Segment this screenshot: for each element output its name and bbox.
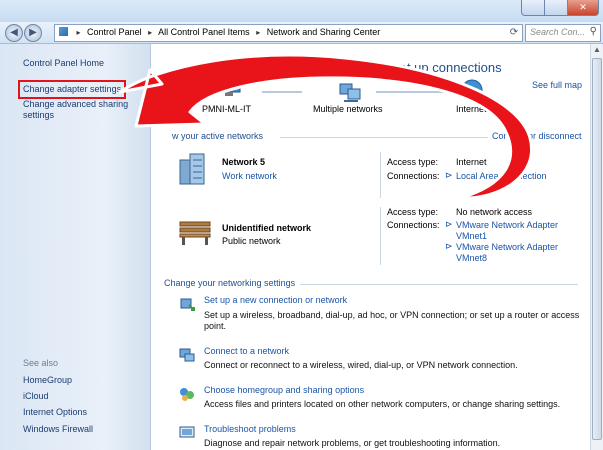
chevron-right-icon: ▸: [256, 28, 261, 37]
close-button[interactable]: ✕: [567, 0, 599, 16]
network-1-name: Network 5: [222, 157, 266, 167]
vmware-adapter-vmnet1-link[interactable]: VMware Network Adapter: [456, 220, 558, 230]
see-also-heading: See also: [23, 358, 59, 368]
title-bar: ✕: [0, 0, 603, 22]
divider: [380, 207, 381, 265]
control-panel-icon: [59, 27, 68, 36]
address-bar[interactable]: ▸ Control Panel ▸ All Control Panel Item…: [54, 24, 523, 42]
vertical-scrollbar[interactable]: ▲: [590, 44, 603, 450]
chevron-right-icon: ▸: [148, 28, 153, 37]
connect-to-network-link[interactable]: Connect to a network: [204, 346, 289, 356]
network-2-name: Unidentified network: [222, 223, 312, 233]
breadcrumb: ▸ Control Panel ▸ All Control Panel Item…: [59, 27, 380, 37]
divider: [280, 137, 488, 138]
forward-arrow-icon: ▶: [29, 27, 37, 38]
change-adapter-settings-link[interactable]: Change adapter settings: [23, 84, 121, 95]
setup-connection-link[interactable]: Set up a new connection or network: [204, 295, 347, 305]
scroll-up-arrow-icon[interactable]: ▲: [592, 45, 602, 55]
search-input[interactable]: Search Con... ⚲: [525, 24, 601, 42]
homegroup-icon: [180, 388, 194, 401]
vmware-adapter-vmnet1-link-cont[interactable]: VMnet1: [456, 231, 487, 241]
change-settings-heading: Change your networking settings: [164, 278, 296, 288]
plug-icon: ⊳: [445, 241, 453, 251]
chevron-right-icon: ▸: [76, 28, 81, 37]
refresh-icon[interactable]: ⟳: [508, 26, 520, 39]
homegroup-sharing-desc: Access files and printers located on oth…: [204, 399, 561, 409]
change-advanced-sharing-link[interactable]: Change advanced sharing settings: [23, 99, 138, 121]
setup-connection-desc: Set up a wireless, broadband, dial-up, a…: [204, 310, 580, 331]
map-multiple-networks-label: Multiple networks: [313, 104, 383, 114]
troubleshoot-icon: [179, 426, 195, 438]
connections-label: Connections:: [387, 171, 440, 181]
internet-globe-icon: [461, 79, 483, 101]
vmware-adapter-vmnet8-link-cont[interactable]: VMnet8: [456, 253, 487, 263]
see-also-icloud-link[interactable]: iCloud: [23, 391, 49, 402]
breadcrumb-control-panel[interactable]: Control Panel: [87, 27, 142, 37]
troubleshoot-problems-link[interactable]: Troubleshoot problems: [204, 424, 296, 434]
public-network-bench-icon: [179, 221, 211, 245]
connect-network-icon: [179, 348, 195, 362]
see-also-homegroup-link[interactable]: HomeGroup: [23, 375, 72, 386]
connections-label: Connections:: [387, 220, 440, 230]
scroll-thumb[interactable]: [592, 58, 602, 440]
forward-button[interactable]: ▶: [24, 24, 42, 42]
troubleshoot-problems-desc: Diagnose and repair network problems, or…: [204, 438, 501, 448]
divider: [380, 152, 381, 198]
breadcrumb-all-items[interactable]: All Control Panel Items: [158, 27, 250, 37]
plug-icon: ⊳: [445, 170, 453, 180]
vmware-adapter-vmnet8-link[interactable]: VMware Network Adapter: [456, 242, 558, 252]
connect-or-disconnect-link[interactable]: Connect or disconnect: [492, 131, 582, 141]
homegroup-sharing-link[interactable]: Choose homegroup and sharing options: [204, 385, 364, 395]
maximize-button[interactable]: [544, 0, 568, 16]
network-1-type-link[interactable]: Work network: [222, 171, 277, 181]
access-type-value: Internet: [456, 157, 487, 167]
access-type-value: No network access: [456, 207, 533, 217]
search-icon: ⚲: [589, 26, 597, 37]
plug-icon: ⊳: [445, 219, 453, 229]
close-icon: ✕: [579, 2, 587, 12]
access-type-label: Access type:: [387, 207, 439, 217]
connect-to-network-desc: Connect or reconnect to a wireless, wire…: [204, 360, 518, 370]
active-networks-heading: w your active networks: [172, 131, 264, 141]
divider: [300, 284, 578, 285]
map-connector-line: [376, 91, 456, 93]
minimize-button[interactable]: [521, 0, 545, 16]
see-also-internet-options-link[interactable]: Internet Options: [23, 407, 87, 418]
multiple-networks-icon: [339, 83, 361, 102]
map-computer-label: PMNI-ML-IT: [202, 104, 251, 114]
network-2-type: Public network: [222, 236, 281, 246]
work-network-buildings-icon: [179, 153, 205, 185]
map-connector-line: [262, 91, 302, 93]
window-controls: ✕: [521, 0, 599, 16]
new-connection-icon: [180, 298, 195, 311]
see-also-windows-firewall-link[interactable]: Windows Firewall: [23, 424, 93, 435]
breadcrumb-network-center[interactable]: Network and Sharing Center: [267, 27, 381, 37]
map-internet-label: Internet: [456, 104, 487, 114]
computer-icon: [217, 75, 241, 96]
local-area-connection-link[interactable]: Local Area Connection: [456, 171, 547, 181]
control-panel-home-link[interactable]: Control Panel Home: [23, 58, 104, 69]
see-full-map-link[interactable]: See full map: [532, 80, 582, 90]
page-title: your basic network information and set u…: [188, 60, 502, 75]
search-placeholder: Search Con...: [530, 27, 586, 37]
back-arrow-icon: ◀: [10, 27, 18, 38]
back-button[interactable]: ◀: [5, 24, 23, 42]
access-type-label: Access type:: [387, 157, 439, 167]
